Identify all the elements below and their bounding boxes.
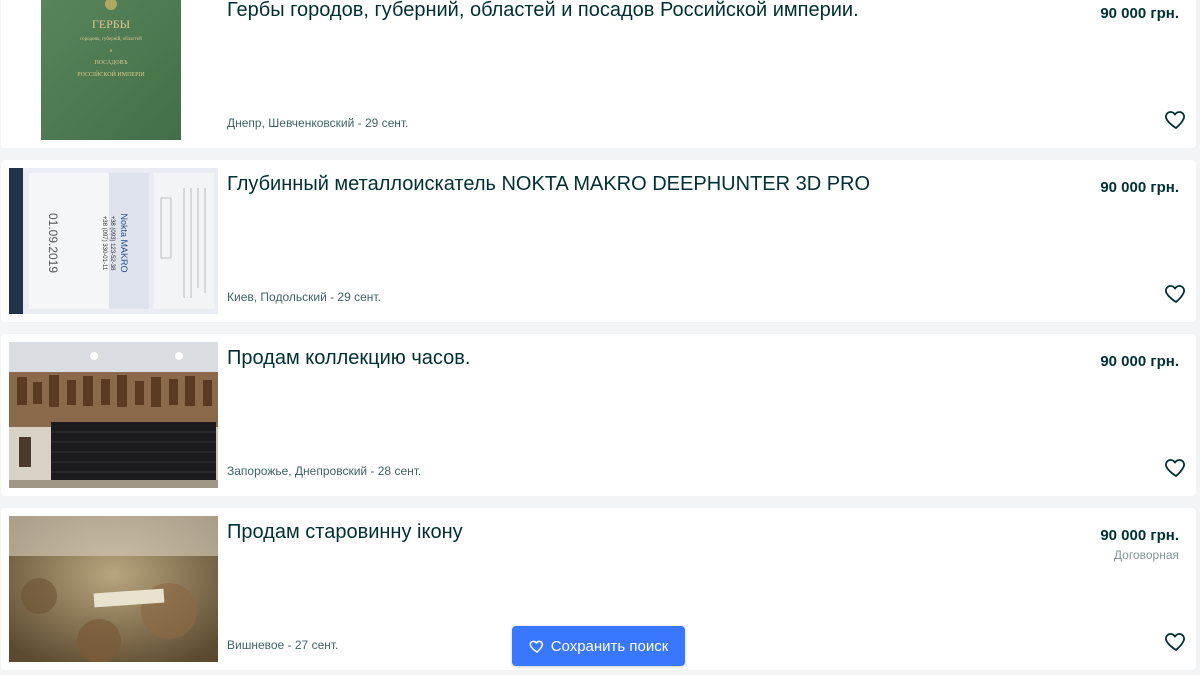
thumb-text: РОССІЙСКОЙ ИМПЕРІИ	[77, 70, 145, 78]
listing-location-date: Вишневое - 27 сент.	[227, 638, 339, 652]
thumb-text: ГЕРБЫ	[92, 17, 131, 31]
listing-title[interactable]: Продам коллекцию часов.	[227, 346, 470, 370]
listing-card[interactable]: ГЕРБЫ городовъ, губерній, областей и ПОС…	[1, 0, 1196, 148]
save-search-button[interactable]: Сохранить поиск	[512, 626, 685, 666]
listing-thumbnail[interactable]	[9, 342, 218, 488]
thumb-text: и	[110, 49, 113, 54]
listing-thumbnail[interactable]	[9, 516, 218, 662]
thumb-text: +38 (097) 330-01-11	[101, 216, 107, 271]
listing-title[interactable]: Продам старовинну ікону	[227, 520, 463, 544]
thumb-text: 01.09.2019	[46, 213, 60, 273]
listing-card[interactable]: Продам коллекцию часов. Запорожье, Днепр…	[1, 334, 1196, 496]
save-search-label: Сохранить поиск	[550, 637, 669, 655]
listing-price: 90 000 грн.	[1100, 179, 1179, 196]
price-negotiable-label: Договорная	[1113, 548, 1179, 562]
thumb-text: +38 (093) 123-52-38	[109, 216, 115, 272]
listing-location-date: Киев, Подольский - 29 сент.	[227, 290, 381, 304]
listing-thumbnail[interactable]: ГЕРБЫ городовъ, губерній, областей и ПОС…	[9, 0, 218, 140]
heart-icon	[529, 640, 543, 653]
heart-icon[interactable]	[1164, 281, 1188, 305]
listing-location-date: Днепр, Шевченковский - 29 сент.	[227, 116, 409, 130]
heart-icon[interactable]	[1164, 107, 1188, 131]
listing-title[interactable]: Гербы городов, губерний, областей и поса…	[227, 0, 859, 22]
thumb-text: городовъ, губерній, областей	[80, 37, 142, 42]
listing-price: 90 000 грн.	[1100, 5, 1179, 22]
listing-card[interactable]: 01.09.2019 Nokta MAKRO +38 (093) 123-52-…	[1, 160, 1196, 322]
listing-thumbnail[interactable]: 01.09.2019 Nokta MAKRO +38 (093) 123-52-…	[9, 168, 218, 314]
listing-price: 90 000 грн.	[1100, 527, 1179, 544]
listing-price: 90 000 грн.	[1100, 353, 1179, 370]
thumb-text: ПОСАДОВЪ	[94, 60, 128, 66]
heart-icon[interactable]	[1164, 455, 1188, 479]
heart-icon[interactable]	[1164, 629, 1188, 653]
listing-title[interactable]: Глубинный металлоискатель NOKTA MAKRO DE…	[227, 172, 870, 196]
listing-location-date: Запорожье, Днепровский - 28 сент.	[227, 464, 422, 478]
thumb-text: Nokta MAKRO	[119, 213, 129, 272]
